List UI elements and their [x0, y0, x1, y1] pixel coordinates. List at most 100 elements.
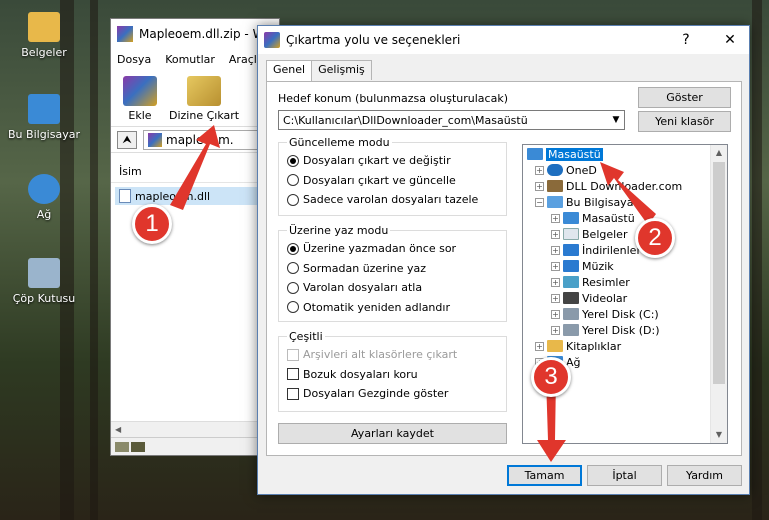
radio-skip-existing[interactable]: Varolan dosyaları atla	[287, 278, 498, 298]
radio-button[interactable]	[287, 174, 299, 187]
new-folder-button[interactable]: Yeni klasör	[638, 111, 731, 132]
expand-icon[interactable]: +	[551, 325, 560, 335]
add-button-label: Ekle	[128, 109, 152, 122]
tree-item-onedrive[interactable]: + OneD	[527, 162, 727, 178]
folder-tree[interactable]: Masaüstü + OneD + DLL Downloader.com − Bu B…	[522, 144, 728, 444]
expand-icon[interactable]: +	[551, 309, 560, 319]
destination-path-value: C:\Kullanıcılar\DllDownloader_com\Masaüs…	[283, 113, 528, 127]
desktop-icon-label: Belgeler	[21, 46, 67, 59]
tree-item-desktop-sub[interactable]: + Masaüstü	[527, 210, 727, 226]
close-button[interactable]: ✕	[711, 32, 749, 48]
ok-button[interactable]: Tamam	[507, 465, 582, 486]
step-marker-1: 1	[132, 204, 172, 244]
misc-group: Çeşitli Arşivleri alt klasörlere çıkart …	[278, 330, 507, 412]
help-title-button[interactable]: ?	[667, 32, 705, 48]
show-button[interactable]: Göster	[638, 87, 731, 108]
desktop-icon-belgeler[interactable]: Belgeler	[4, 12, 84, 59]
checkbox-keep-broken-files[interactable]: Bozuk dosyaları koru	[287, 365, 498, 385]
expand-icon[interactable]: +	[535, 165, 544, 175]
dialog-titlebar[interactable]: Çıkartma yolu ve seçenekleri ? ✕	[258, 26, 749, 54]
radio-freshen-existing[interactable]: Sadece varolan dosyaları tazele	[287, 190, 498, 210]
option-label: Varolan dosyaları atla	[303, 281, 423, 295]
desktop-icon-network[interactable]: Ağ	[4, 174, 84, 221]
tree-item-label: Belgeler	[582, 227, 628, 241]
download-icon	[563, 244, 579, 256]
tree-item-user[interactable]: + DLL Downloader.com	[527, 178, 727, 194]
radio-button[interactable]	[287, 262, 299, 275]
radio-extract-update[interactable]: Dosyaları çıkart ve güncelle	[287, 171, 498, 191]
expand-icon[interactable]: +	[551, 245, 560, 255]
computer-icon	[28, 94, 60, 124]
tree-item-label: Yerel Disk (C:)	[582, 307, 659, 321]
radio-button[interactable]	[287, 242, 299, 255]
scroll-down-icon[interactable]: ▼	[711, 427, 727, 443]
step-marker-2: 2	[635, 218, 675, 258]
save-settings-button[interactable]: Ayarları kaydet	[278, 423, 507, 444]
extract-dialog: Çıkartma yolu ve seçenekleri ? ✕ Genel G…	[257, 25, 750, 495]
network-icon	[28, 174, 60, 204]
radio-button[interactable]	[287, 154, 299, 167]
tree-item-music[interactable]: + Müzik	[527, 258, 727, 274]
tab-genel[interactable]: Genel	[266, 60, 313, 81]
scroll-thumb[interactable]	[713, 162, 725, 384]
tab-gelismis[interactable]: Gelişmiş	[311, 60, 372, 80]
tree-item-downloads[interactable]: + İndirilenler	[527, 242, 727, 258]
radio-button[interactable]	[287, 301, 299, 314]
radio-extract-replace[interactable]: Dosyaları çıkart ve değiştir	[287, 151, 498, 171]
library-icon	[547, 340, 563, 352]
computer-icon	[547, 196, 563, 208]
expand-icon[interactable]: +	[551, 277, 560, 287]
desktop-icon-this-pc[interactable]: Bu Bilgisayar	[4, 94, 84, 141]
update-mode-group: Güncelleme modu Dosyaları çıkart ve deği…	[278, 136, 507, 216]
column-header-name[interactable]: İsim	[111, 161, 279, 183]
up-folder-button[interactable]: ⮝	[117, 130, 137, 149]
help-button[interactable]: Yardım	[667, 465, 742, 486]
tree-item-this-pc[interactable]: − Bu Bilgisaya	[527, 194, 727, 210]
file-row[interactable]: mapleoem.dll	[115, 187, 275, 205]
extract-to-button[interactable]: Dizine Çıkart	[169, 76, 239, 122]
desktop-icon-recycle-bin[interactable]: Çöp Kutusu	[4, 258, 84, 305]
tree-item-disk-d[interactable]: + Yerel Disk (D:)	[527, 322, 727, 338]
expand-icon[interactable]: +	[535, 341, 544, 351]
menu-komutlar[interactable]: Komutlar	[165, 53, 215, 66]
tree-item-pictures[interactable]: + Resimler	[527, 274, 727, 290]
destination-path-combo[interactable]: C:\Kullanıcılar\DllDownloader_com\Masaüs…	[278, 110, 625, 130]
checkbox[interactable]	[287, 368, 299, 381]
checkbox-extract-to-subfolders[interactable]: Arşivleri alt klasörlere çıkart	[287, 345, 498, 365]
file-name: mapleoem.dll	[135, 189, 211, 203]
expand-icon[interactable]: +	[535, 181, 544, 191]
winrar-titlebar[interactable]: Mapleoem.dll.zip - W	[111, 19, 279, 49]
tree-item-disk-c[interactable]: + Yerel Disk (C:)	[527, 306, 727, 322]
misc-title: Çeşitli	[289, 330, 323, 343]
menu-dosya[interactable]: Dosya	[117, 53, 151, 66]
option-label: Sadece varolan dosyaları tazele	[303, 193, 479, 207]
scroll-up-icon[interactable]: ▲	[711, 145, 727, 161]
tree-item-desktop[interactable]: Masaüstü	[527, 146, 727, 162]
expand-icon[interactable]: +	[551, 293, 560, 303]
radio-ask-before-overwrite[interactable]: Üzerine yazmadan önce sor	[287, 239, 498, 259]
tree-scrollbar[interactable]: ▲ ▼	[710, 145, 727, 443]
video-icon	[563, 292, 579, 304]
horizontal-scrollbar[interactable]: ◀	[111, 421, 279, 437]
radio-overwrite-without-prompt[interactable]: Sormadan üzerine yaz	[287, 259, 498, 279]
radio-button[interactable]	[287, 193, 299, 206]
tree-item-documents[interactable]: + Belgeler	[527, 226, 727, 242]
tree-item-videos[interactable]: + Videolar	[527, 290, 727, 306]
pictures-icon	[563, 276, 579, 288]
add-button[interactable]: Ekle	[123, 76, 157, 122]
expand-icon[interactable]: +	[551, 213, 560, 223]
collapse-icon[interactable]: −	[535, 197, 544, 207]
step-marker-3: 3	[531, 357, 571, 397]
radio-button[interactable]	[287, 281, 299, 294]
checkbox[interactable]	[287, 348, 299, 361]
dialog-title: Çıkartma yolu ve seçenekleri	[286, 33, 461, 47]
checkbox[interactable]	[287, 387, 299, 400]
expand-icon[interactable]: +	[551, 229, 560, 239]
tree-item-libraries[interactable]: + Kitaplıklar	[527, 338, 727, 354]
cancel-button[interactable]: İptal	[587, 465, 662, 486]
chevron-down-icon[interactable]: ▼	[608, 115, 624, 125]
expand-icon[interactable]: +	[551, 261, 560, 271]
checkbox-show-in-explorer[interactable]: Dosyaları Gezginde göster	[287, 384, 498, 404]
desktop-icon-label: Bu Bilgisayar	[8, 128, 80, 141]
radio-auto-rename[interactable]: Otomatik yeniden adlandır	[287, 298, 498, 318]
